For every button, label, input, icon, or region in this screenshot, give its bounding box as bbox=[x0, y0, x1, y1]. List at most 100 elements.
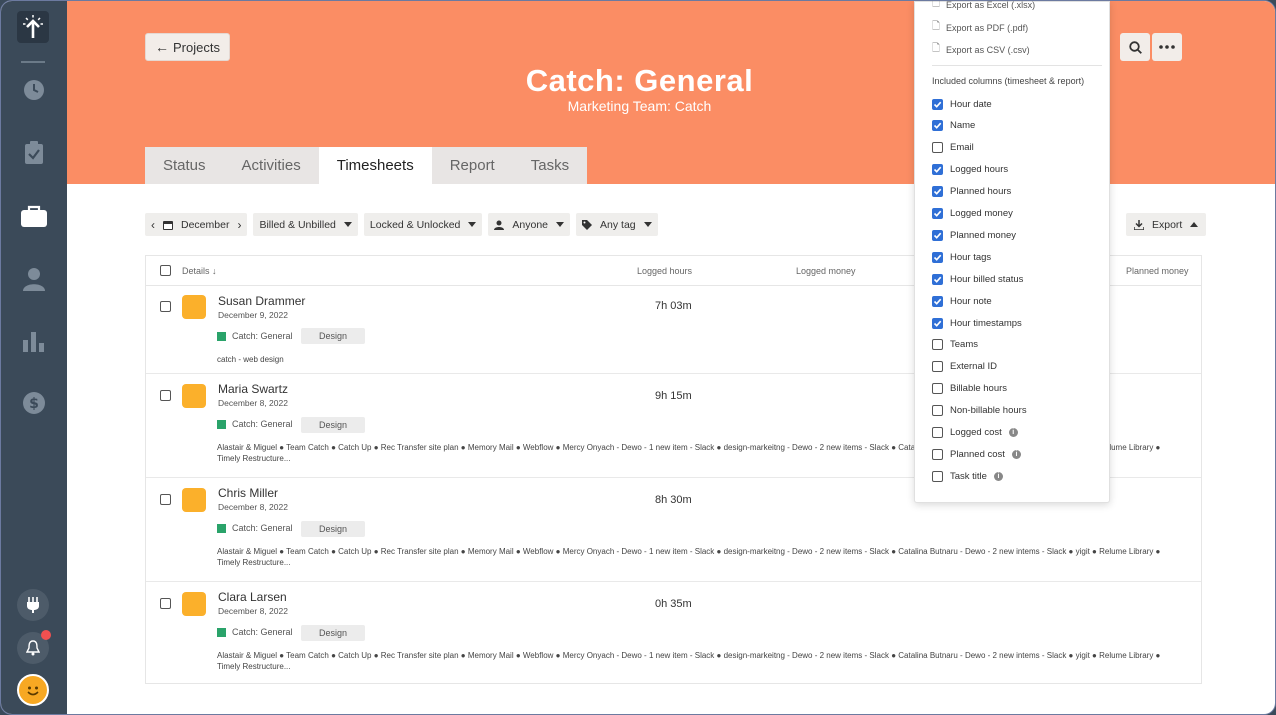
checkbox-checked[interactable] bbox=[932, 317, 943, 329]
checkbox-checked[interactable] bbox=[932, 208, 943, 219]
column-option[interactable]: Logged cost i bbox=[932, 426, 1018, 440]
month-filter[interactable]: ‹ December › bbox=[145, 213, 248, 236]
select-all-checkbox[interactable] bbox=[160, 265, 171, 276]
billing-filter[interactable]: Billed & Unbilled bbox=[253, 213, 358, 236]
column-option[interactable]: External ID bbox=[932, 360, 997, 374]
svg-text:$: $ bbox=[29, 396, 39, 412]
checkbox-unchecked[interactable] bbox=[932, 361, 943, 373]
export-pdf-option[interactable]: 🗋 Export as PDF (.pdf) bbox=[932, 19, 1028, 36]
checkbox-unchecked[interactable] bbox=[932, 448, 943, 460]
tag-badge: Design bbox=[301, 521, 366, 537]
column-option[interactable]: Planned hours bbox=[932, 185, 1011, 199]
column-option-label: Name bbox=[950, 120, 976, 132]
column-option[interactable]: Hour timestamps bbox=[932, 316, 1022, 330]
column-option[interactable]: Non-billable hours bbox=[932, 404, 1027, 418]
clock-icon[interactable] bbox=[18, 74, 50, 106]
dollar-icon[interactable]: $ bbox=[18, 387, 50, 419]
row-checkbox[interactable] bbox=[160, 390, 171, 401]
checkbox-checked[interactable] bbox=[932, 164, 943, 176]
checkbox-unchecked[interactable] bbox=[932, 470, 943, 482]
column-option[interactable]: Email bbox=[932, 141, 974, 155]
export-button[interactable]: Export bbox=[1126, 213, 1207, 236]
plug-icon[interactable] bbox=[17, 589, 49, 621]
column-option[interactable]: Hour billed status bbox=[932, 272, 1023, 286]
checkbox-unchecked[interactable] bbox=[932, 427, 943, 438]
user-icon[interactable] bbox=[18, 263, 50, 295]
row-checkbox[interactable] bbox=[160, 598, 171, 609]
avatar[interactable] bbox=[17, 674, 49, 706]
export-excel-option[interactable]: 🗋 Export as Excel (.xlsx) bbox=[932, 1, 1035, 13]
checkbox-checked[interactable] bbox=[932, 98, 943, 110]
tab-report[interactable]: Report bbox=[431, 147, 513, 184]
back-to-projects-button[interactable]: ← Projects bbox=[145, 33, 230, 61]
info-icon[interactable]: i bbox=[1011, 449, 1021, 459]
column-option[interactable]: Hour tags bbox=[932, 250, 991, 264]
bell-icon[interactable] bbox=[17, 630, 51, 664]
header-logged-hours[interactable]: Logged hours bbox=[637, 266, 692, 276]
column-option-label: Hour timestamps bbox=[950, 317, 1022, 329]
header-logged-money[interactable]: Logged money bbox=[796, 266, 856, 276]
logo-icon[interactable] bbox=[17, 11, 49, 43]
row-checkbox[interactable] bbox=[160, 494, 171, 505]
checkbox-checked[interactable] bbox=[932, 295, 943, 307]
clipboard-icon[interactable] bbox=[18, 137, 50, 169]
arrow-left-icon: ← bbox=[155, 39, 169, 55]
tag-filter[interactable]: Any tag bbox=[576, 213, 658, 236]
column-option[interactable]: Teams bbox=[932, 338, 978, 352]
search-button[interactable] bbox=[1120, 33, 1150, 61]
tag-badge: Design bbox=[301, 328, 366, 344]
column-option[interactable]: Planned money bbox=[932, 228, 1016, 242]
header-details[interactable]: Details ↓ bbox=[182, 266, 217, 276]
info-icon[interactable]: i bbox=[993, 471, 1003, 481]
entry-date: December 9, 2022 bbox=[218, 310, 288, 320]
column-option[interactable]: Task title i bbox=[932, 469, 1003, 483]
project-label: Catch: General bbox=[217, 419, 293, 429]
person-name[interactable]: Clara Larsen bbox=[218, 590, 287, 604]
column-option-label: Billable hours bbox=[950, 383, 1008, 395]
column-option[interactable]: Planned cost i bbox=[932, 447, 1021, 461]
month-label: December bbox=[181, 218, 230, 231]
chart-icon[interactable] bbox=[18, 325, 50, 357]
checkbox-unchecked[interactable] bbox=[932, 383, 943, 395]
checkbox-checked[interactable] bbox=[932, 273, 943, 285]
billing-filter-label: Billed & Unbilled bbox=[259, 218, 336, 231]
tab-timesheets[interactable]: Timesheets bbox=[318, 147, 432, 184]
checkbox-checked[interactable] bbox=[932, 229, 943, 241]
info-icon[interactable]: i bbox=[1008, 428, 1018, 437]
prev-month-icon[interactable]: ‹ bbox=[151, 218, 155, 232]
column-option[interactable]: Logged hours bbox=[932, 163, 1008, 177]
lock-filter-label: Locked & Unlocked bbox=[369, 218, 461, 231]
checkbox-checked[interactable] bbox=[932, 186, 943, 198]
columns-heading: Included columns (timesheet & report) bbox=[932, 76, 1085, 86]
column-option[interactable]: Hour date bbox=[932, 97, 992, 111]
column-option[interactable]: Hour note bbox=[932, 294, 992, 308]
tab-activities[interactable]: Activities bbox=[223, 147, 319, 184]
lock-filter[interactable]: Locked & Unlocked bbox=[363, 213, 483, 236]
export-csv-option[interactable]: 🗋 Export as CSV (.csv) bbox=[932, 41, 1030, 58]
app-window: $ ← Projects Catch: General Marketing Te… bbox=[0, 0, 1276, 715]
table-row[interactable]: Clara Larsen December 8, 2022 Catch: Gen… bbox=[146, 582, 1201, 683]
briefcase-icon[interactable] bbox=[18, 200, 50, 232]
column-option-label: External ID bbox=[950, 361, 997, 373]
checkbox-checked[interactable] bbox=[932, 120, 943, 132]
column-option[interactable]: Name bbox=[932, 119, 975, 133]
chevron-down-icon bbox=[468, 222, 477, 227]
person-name[interactable]: Maria Swartz bbox=[218, 382, 288, 396]
checkbox-unchecked[interactable] bbox=[932, 339, 943, 351]
more-options-button[interactable] bbox=[1152, 33, 1182, 61]
column-option-label: Hour billed status bbox=[950, 273, 1024, 285]
tab-status[interactable]: Status bbox=[145, 147, 224, 184]
row-checkbox[interactable] bbox=[160, 301, 171, 312]
checkbox-unchecked[interactable] bbox=[932, 142, 943, 154]
next-month-icon[interactable]: › bbox=[237, 218, 241, 232]
checkbox-checked[interactable] bbox=[932, 251, 943, 263]
column-option[interactable]: Logged money bbox=[932, 207, 1013, 221]
column-option[interactable]: Billable hours bbox=[932, 382, 1007, 396]
download-icon bbox=[1134, 219, 1144, 230]
checkbox-unchecked[interactable] bbox=[932, 405, 943, 417]
person-name[interactable]: Chris Miller bbox=[218, 486, 278, 500]
person-name[interactable]: Susan Drammer bbox=[218, 294, 305, 308]
header-planned-money[interactable]: Planned money bbox=[1126, 266, 1189, 276]
tab-tasks[interactable]: Tasks bbox=[512, 147, 588, 184]
person-filter[interactable]: Anyone bbox=[488, 213, 571, 236]
